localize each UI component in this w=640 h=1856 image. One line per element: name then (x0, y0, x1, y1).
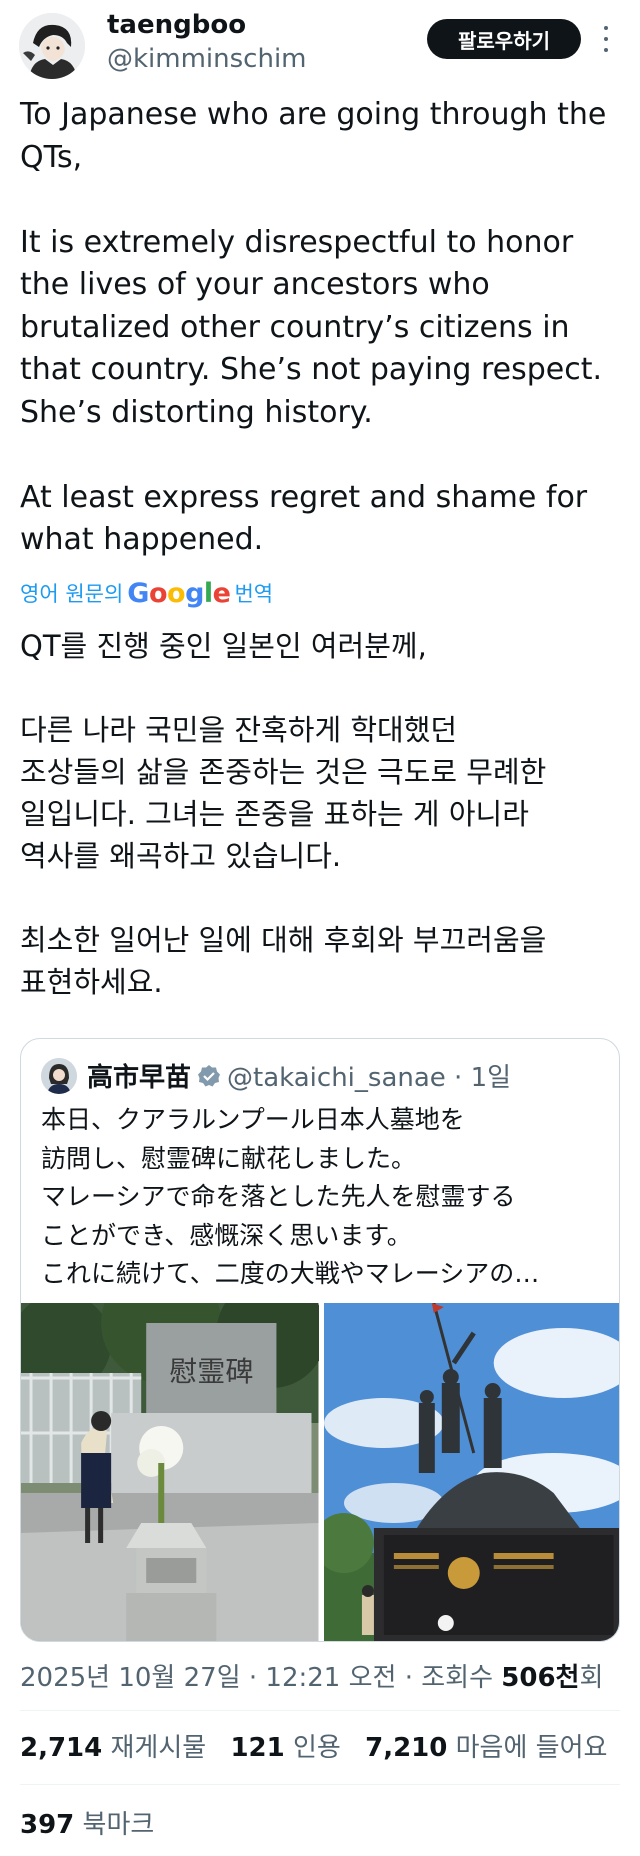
author-display-name[interactable]: taengboo (107, 10, 246, 40)
person-avatar-icon (41, 1057, 77, 1094)
follow-button[interactable]: 팔로우하기 (427, 19, 581, 59)
translation-prefix: 영어 원문의 (20, 582, 124, 606)
likes-stat[interactable]: 7,210 마음에 들어요 (365, 1733, 607, 1763)
google-logo: Google (127, 577, 231, 609)
memorial-stone-text: 慰霊碑 (169, 1355, 253, 1388)
memorial-stone-image-icon: 慰霊碑 (21, 1303, 319, 1641)
verified-badge-icon (198, 1064, 221, 1086)
author-handle[interactable]: @kimminschim (107, 44, 307, 74)
translated-text: QT를 진행 중인 일본인 여러분께, 다른 나라 국민을 잔혹하게 학대했던 … (20, 629, 547, 999)
likes-label: 마음에 들어요 (455, 1733, 608, 1763)
anime-character-avatar-icon (19, 13, 85, 79)
quotes-label: 인용 (293, 1733, 341, 1763)
tweet-text: To Japanese who are going through the QT… (20, 97, 607, 557)
view-count-unit: 회 (579, 1663, 604, 1693)
more-vertical-icon[interactable] (596, 22, 616, 56)
quoted-handle-time: @takaichi_sanae · 1일 (227, 1063, 512, 1093)
tweet-meta: 2025년 10월 27일 · 12:21 오전 · 조회수 506천회 (20, 1657, 603, 1694)
engagement-stats: 2,714 재게시물 121 인용 7,210 마음에 들어요 (20, 1727, 607, 1764)
quotes-stat[interactable]: 121 인용 (230, 1733, 340, 1763)
quoted-tweet-text: 本日、クアラルンプール日本人墓地を 訪問し、慰霊碑に献花しました。 マレーシアで… (41, 1105, 540, 1288)
retweets-stat[interactable]: 2,714 재게시물 (20, 1733, 206, 1763)
quotes-count: 121 (230, 1733, 285, 1763)
retweets-label: 재게시물 (110, 1733, 207, 1763)
tweet-date-time[interactable]: 2025년 10월 27일 · 12:21 오전 · 조회수 (20, 1663, 493, 1693)
retweets-count: 2,714 (20, 1733, 103, 1763)
national-monument-image-icon (323, 1303, 619, 1641)
quoted-tweet-header: 高市早苗 @takaichi_sanae · 1일 (41, 1057, 511, 1094)
bookmarks-count: 397 (20, 1810, 75, 1840)
quoted-avatar (41, 1057, 77, 1094)
bookmarks-stat[interactable]: 397 북마크 (20, 1804, 154, 1841)
memorial-stone-photo[interactable]: 慰霊碑 (21, 1303, 319, 1641)
likes-count: 7,210 (365, 1733, 448, 1763)
quoted-tweet[interactable]: 高市早苗 @takaichi_sanae · 1일 本日、クアラルンプール日本人… (20, 1038, 620, 1642)
quoted-media: 慰霊碑 (21, 1303, 619, 1641)
avatar[interactable] (19, 13, 85, 79)
view-count: 506천 (501, 1663, 580, 1693)
divider (20, 1784, 620, 1785)
divider (20, 1710, 620, 1711)
translation-suffix: 번역 (234, 582, 274, 606)
bookmarks-label: 북마크 (82, 1810, 155, 1840)
translation-attribution[interactable]: 영어 원문의 Google 번역 (20, 576, 273, 610)
quoted-author-name: 高市早苗 (87, 1063, 192, 1093)
tweet-header: taengboo @kimminschim 팔로우하기 (0, 0, 640, 92)
national-monument-photo[interactable] (323, 1303, 619, 1641)
